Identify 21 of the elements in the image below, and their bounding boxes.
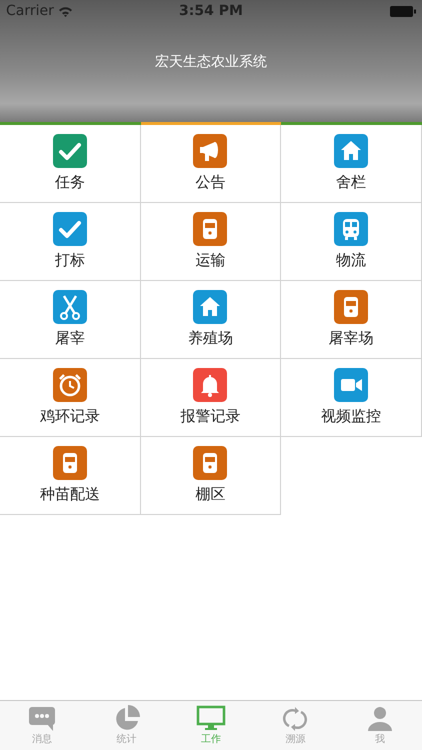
menu-tile[interactable]: 养殖场: [140, 281, 282, 359]
menu-tile[interactable]: 报警记录: [140, 359, 282, 437]
menu-tile[interactable]: 棚区: [140, 437, 282, 515]
menu-tile[interactable]: 屠宰: [0, 281, 141, 359]
menu-tile[interactable]: 物流: [281, 203, 422, 281]
menu-tile[interactable]: 打标: [0, 203, 141, 281]
battery-icon: [390, 6, 416, 16]
header-title: 宏天生态农业系统: [155, 53, 267, 72]
menu-tile[interactable]: 舍栏: [281, 125, 422, 203]
status-time: 3:54 PM: [179, 2, 243, 20]
chat-bubble-icon: [27, 704, 58, 732]
menu-tile[interactable]: 公告: [140, 125, 282, 203]
monitor-icon: [196, 704, 226, 732]
menu-tile[interactable]: 鸡环记录: [0, 359, 141, 437]
menu-tile[interactable]: 种苗配送: [0, 437, 141, 515]
menu-tile[interactable]: 任务: [0, 125, 141, 203]
menu-tile[interactable]: 运输: [140, 203, 282, 281]
menu-tile[interactable]: 视频监控: [281, 359, 422, 437]
wifi-icon: [58, 6, 73, 16]
carrier-text: Carrier: [6, 2, 54, 20]
menu-tile[interactable]: 屠宰场: [281, 281, 422, 359]
